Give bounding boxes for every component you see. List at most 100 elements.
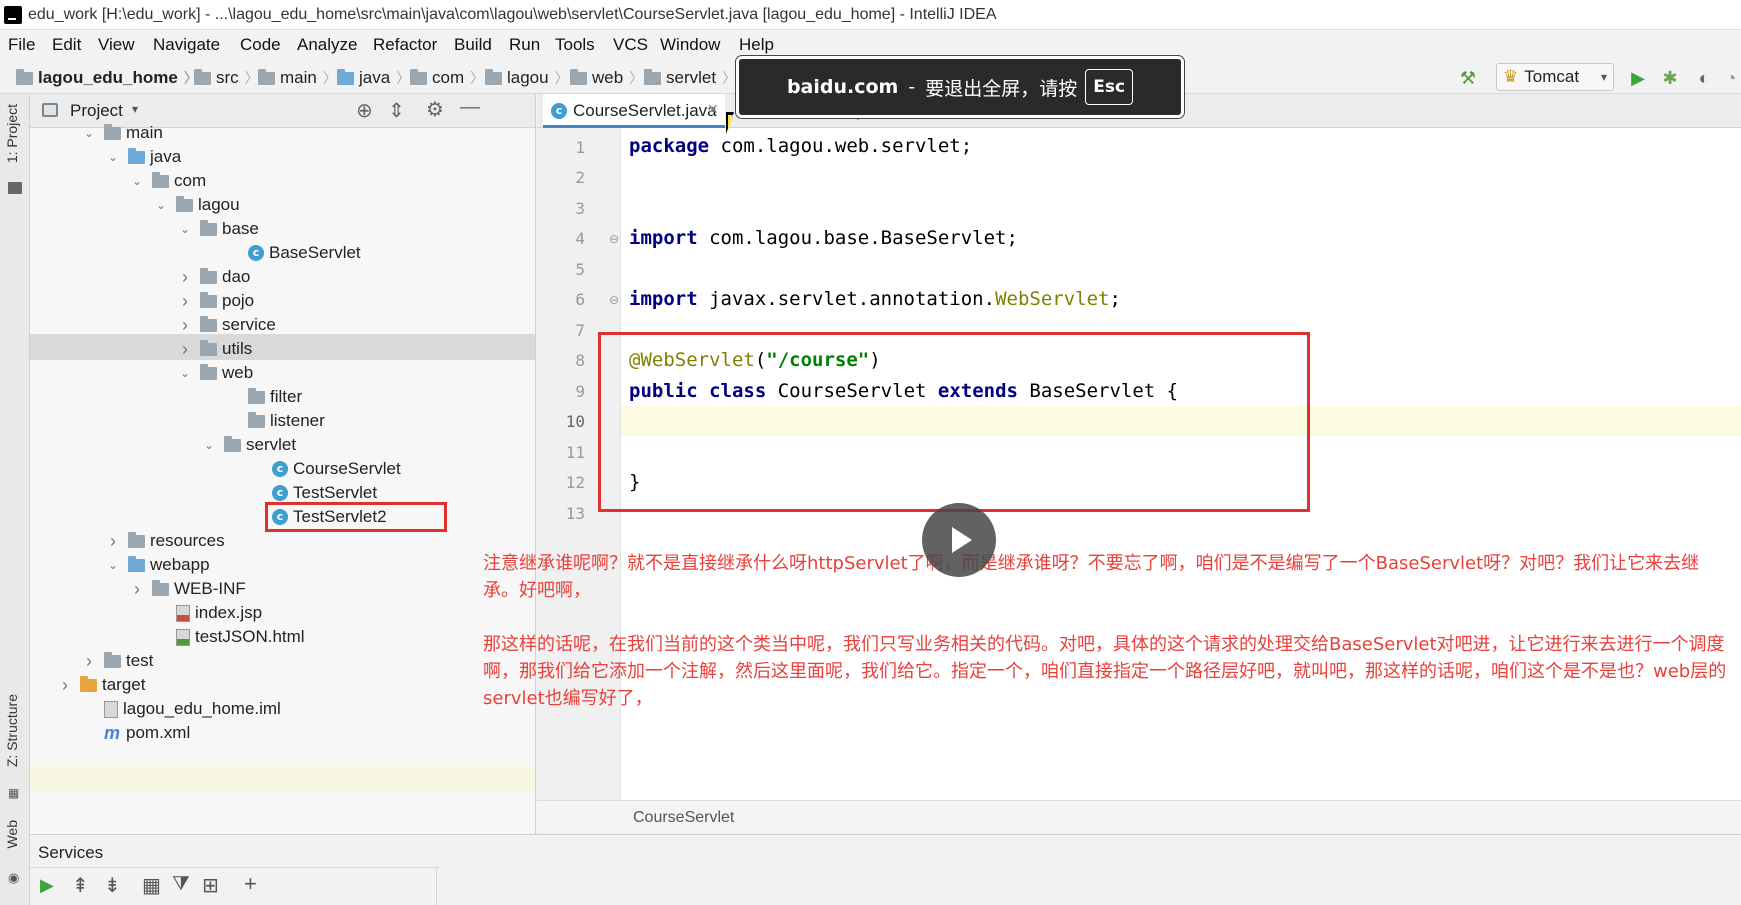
chevron-down-icon[interactable]: ⌄ [202, 438, 216, 452]
fold-icon[interactable]: ⊖ [609, 293, 619, 307]
add-service-icon[interactable]: + [244, 871, 257, 897]
crumb-project[interactable]: lagou_edu_home 〉 [16, 67, 198, 89]
menu-vcs[interactable]: VCS [613, 35, 648, 55]
tree-item-service[interactable]: › service [178, 312, 276, 338]
menu-build[interactable]: Build [454, 35, 492, 55]
minimize-icon[interactable]: — [460, 96, 480, 119]
chevron-down-icon[interactable]: ⌄ [178, 366, 192, 380]
crumb-main[interactable]: main 〉 [258, 67, 337, 89]
chevron-right-icon[interactable]: › [178, 315, 192, 336]
tree-item-base[interactable]: ⌄ base [178, 216, 259, 242]
class-icon: c [248, 245, 264, 261]
run-icon[interactable]: ▶ [40, 875, 54, 896]
tree-item-main[interactable]: ⌄ main [82, 120, 163, 146]
tree-item-testjson-html[interactable]: testJSON.html [154, 624, 305, 650]
chevron-down-icon[interactable]: ⌄ [130, 174, 144, 188]
menu-file[interactable]: File [8, 35, 35, 55]
crumb-servlet[interactable]: servlet 〉 [644, 67, 736, 89]
profile-icon[interactable]: ◔ [1722, 66, 1740, 90]
tree-item-servlet[interactable]: ⌄ servlet [202, 432, 296, 458]
crumb-java[interactable]: java 〉 [337, 67, 410, 89]
fold-icon[interactable]: ⊖ [609, 232, 619, 246]
web-tool-tab[interactable]: Web [4, 820, 20, 849]
close-icon[interactable]: ✕ [707, 101, 719, 118]
tree-item-pojo[interactable]: › pojo [178, 288, 254, 314]
editor-breadcrumb-class[interactable]: CourseServlet [633, 809, 734, 827]
tree-item-label: CourseServlet [293, 459, 401, 478]
tree-item-lagou[interactable]: ⌄ lagou [154, 192, 240, 218]
tree-item-web[interactable]: ⌄ web [178, 360, 253, 386]
menu-window[interactable]: Window [660, 35, 720, 55]
tree-item-web-inf[interactable]: › WEB-INF [130, 576, 246, 602]
tree-item-label: main [126, 123, 163, 142]
chevron-right-icon[interactable]: › [82, 651, 96, 672]
run-configuration-select[interactable]: ♛ Tomcat ▾ [1496, 63, 1614, 91]
chevron-down-icon[interactable]: ⌄ [106, 150, 120, 164]
video-play-button[interactable] [922, 503, 996, 577]
locate-target-icon[interactable]: ⊕ [356, 98, 373, 123]
tree-item-target[interactable]: › target [58, 672, 145, 698]
tree-item-label: filter [270, 387, 303, 406]
folder-icon [128, 531, 145, 548]
tree-item-listener[interactable]: listener [226, 408, 325, 434]
crumb-web[interactable]: web 〉 [570, 67, 643, 89]
chevron-right-icon[interactable]: › [130, 579, 144, 600]
chevron-down-icon[interactable]: ▾ [132, 102, 138, 116]
open-in-window-icon[interactable]: ⊞ [202, 873, 219, 898]
chevron-right-icon[interactable]: › [58, 675, 72, 696]
tree-item-lagou-edu-home-iml[interactable]: lagou_edu_home.iml [82, 696, 281, 722]
chevron-right-icon[interactable]: › [178, 339, 192, 360]
tree-item-utils[interactable]: › utils [178, 336, 252, 362]
chevron-down-icon[interactable]: ⌄ [178, 222, 192, 236]
filter-icon[interactable]: ⧩ [172, 873, 190, 896]
structure-tool-tab[interactable]: Z: Structure [4, 694, 20, 767]
collapse-all-icon[interactable]: ⇟ [104, 873, 121, 898]
tree-item-test[interactable]: › test [82, 648, 153, 674]
intellij-icon [4, 6, 22, 24]
chevron-right-icon[interactable]: › [178, 291, 192, 312]
chevron-down-icon[interactable]: ⌄ [154, 198, 168, 212]
build-hammer-icon[interactable]: ⚒ [1456, 66, 1480, 90]
menu-refactor[interactable]: Refactor [373, 35, 437, 55]
tab-courseservlet[interactable]: c CourseServlet.java ✕ [543, 94, 725, 128]
crumb-com[interactable]: com 〉 [410, 67, 484, 89]
tree-item-resources[interactable]: › resources [106, 528, 225, 554]
menu-navigate[interactable]: Navigate [153, 35, 220, 55]
menu-tools[interactable]: Tools [555, 35, 595, 55]
project-tool-tab[interactable]: 1: Project [4, 104, 20, 163]
menu-edit[interactable]: Edit [52, 35, 81, 55]
chevron-right-icon[interactable]: › [178, 267, 192, 288]
menu-code[interactable]: Code [240, 35, 281, 55]
coverage-icon[interactable]: ◐ [1692, 66, 1716, 90]
chevron-right-icon[interactable]: › [106, 531, 120, 552]
project-title[interactable]: Project [70, 101, 123, 121]
tree-item-filter[interactable]: filter [226, 384, 302, 410]
chevron-down-icon[interactable]: ⌄ [106, 558, 120, 572]
menu-help[interactable]: Help [739, 35, 774, 55]
tree-item-java[interactable]: ⌄ java [106, 144, 181, 170]
crumb-label: servlet [666, 68, 717, 87]
group-icon[interactable]: ▦ [142, 873, 161, 898]
collapse-all-icon[interactable]: ⇕ [388, 98, 405, 123]
tree-item-baseservlet[interactable]: c BaseServlet [226, 240, 361, 266]
esc-key[interactable]: Esc [1085, 69, 1134, 105]
menu-view[interactable]: View [98, 35, 135, 55]
debug-bug-icon[interactable]: ✱ [1658, 66, 1682, 90]
menu-analyze[interactable]: Analyze [297, 35, 357, 55]
tree-item-courseservlet[interactable]: c CourseServlet [250, 456, 401, 482]
tree-item-pom-xml[interactable]: m pom.xml [82, 720, 190, 746]
menu-run[interactable]: Run [509, 35, 540, 55]
crumb-lagou[interactable]: lagou 〉 [485, 67, 569, 89]
tree-item-com[interactable]: ⌄ com [130, 168, 206, 194]
tree-item-webapp[interactable]: ⌄ webapp [106, 552, 210, 578]
tree-item-index-jsp[interactable]: index.jsp [154, 600, 262, 626]
gear-icon[interactable]: ⚙ [426, 97, 444, 122]
folder-icon [200, 219, 217, 236]
code-line-1: package com.lagou.web.servlet; [629, 135, 973, 157]
tree-item-dao[interactable]: › dao [178, 264, 250, 290]
expand-all-icon[interactable]: ⇞ [72, 873, 89, 898]
chevron-down-icon[interactable]: ⌄ [82, 126, 96, 140]
run-icon[interactable]: ▶ [1626, 66, 1650, 90]
crumb-src[interactable]: src 〉 [194, 67, 259, 89]
maven-icon: m [104, 722, 121, 743]
